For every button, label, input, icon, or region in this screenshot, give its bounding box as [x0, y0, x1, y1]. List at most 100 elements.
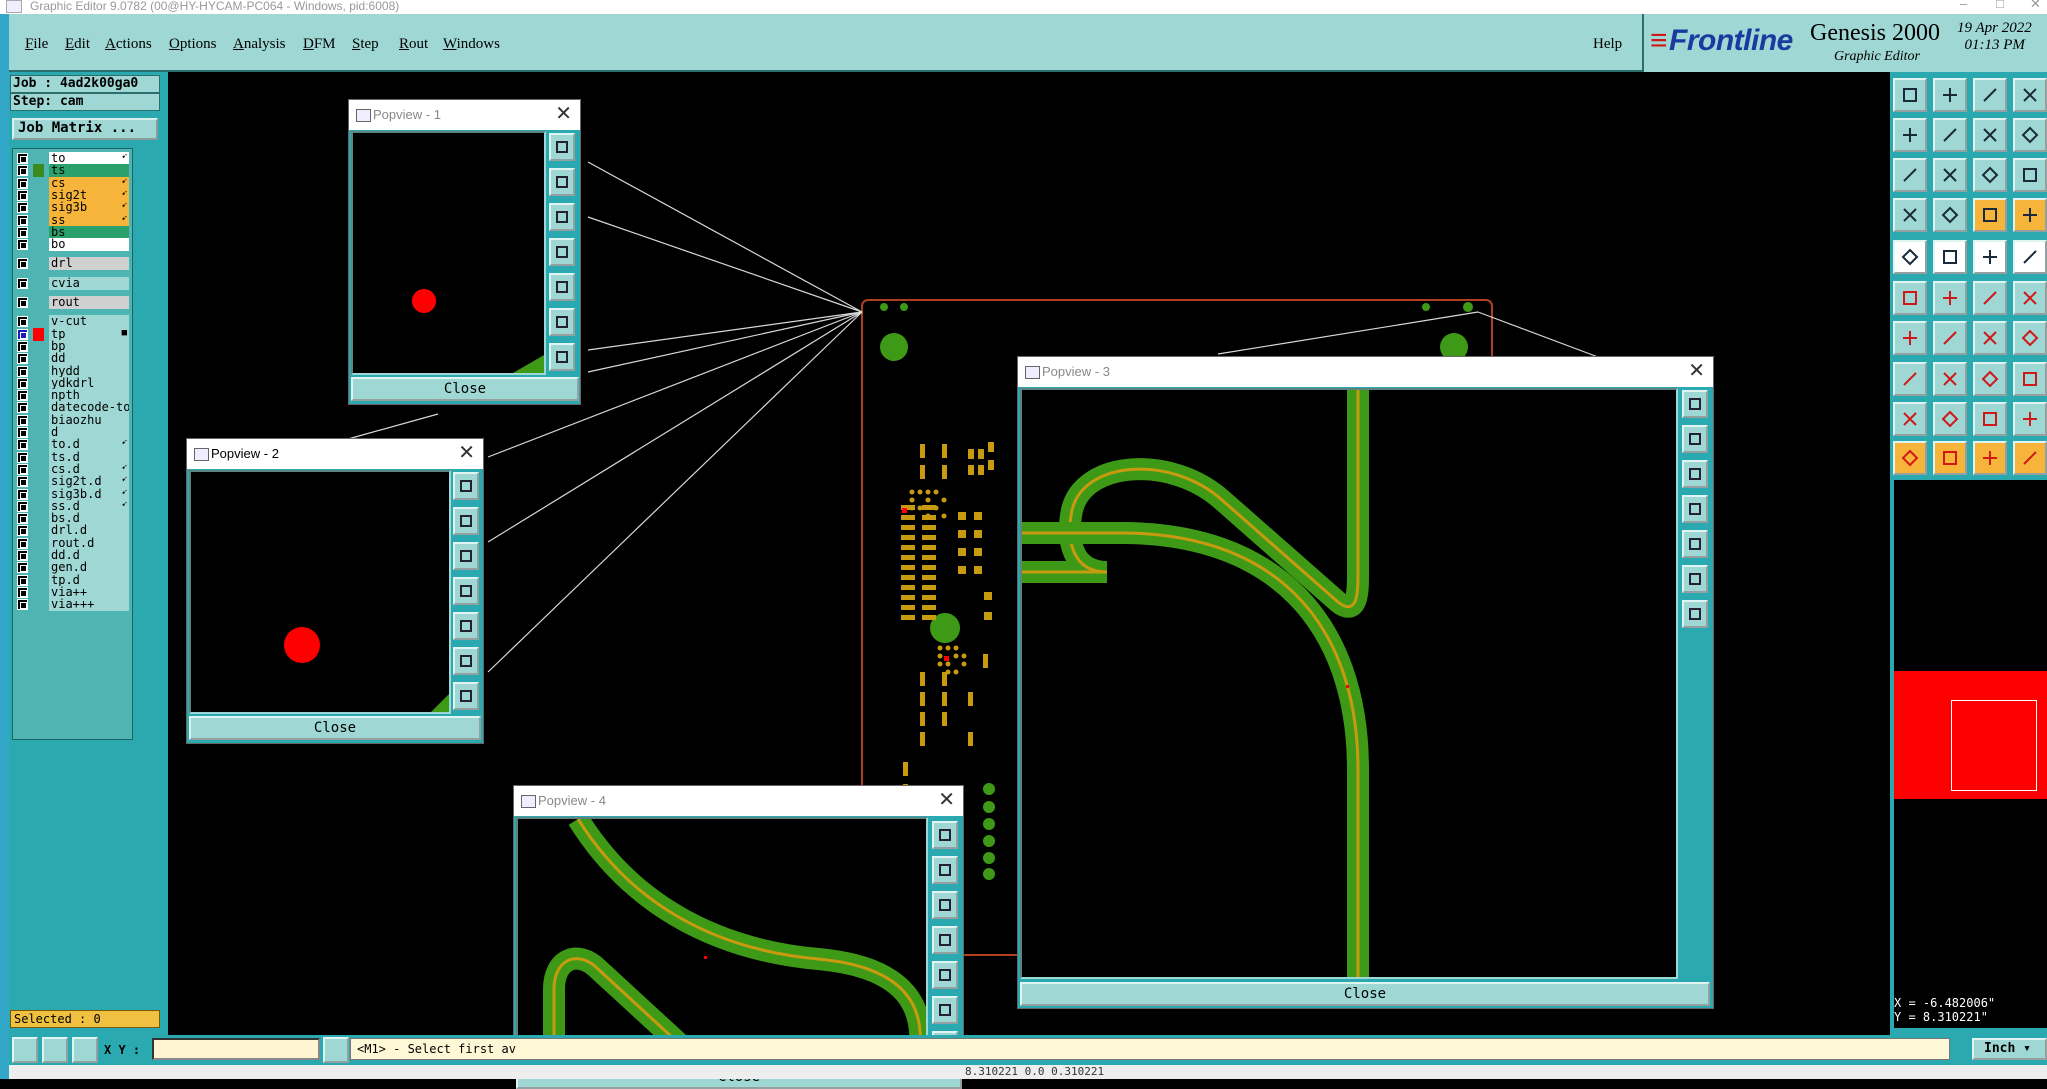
popview-1-close-button[interactable]: Close [351, 377, 579, 401]
layer-row-via+++[interactable]: via+++ [15, 598, 132, 612]
menu-rout[interactable]: Rout [399, 36, 428, 53]
layer-color-swatch[interactable] [33, 537, 44, 550]
rotate-icon-1[interactable] [1893, 321, 1927, 355]
menu-help[interactable]: Help [1593, 36, 1622, 53]
popview-1-title-bar[interactable]: Popview - 1 ✕ [349, 100, 580, 130]
copy-icon-2[interactable] [1933, 281, 1967, 315]
select-icon-1[interactable] [1893, 441, 1927, 475]
layer-checkbox[interactable] [17, 153, 28, 164]
zoom-icon-4[interactable] [2013, 78, 2047, 112]
select-icon-3[interactable] [1973, 441, 2007, 475]
menu-file[interactable]: File [25, 36, 48, 53]
popview-3-close-icon[interactable]: ✕ [1688, 357, 1705, 385]
popview-2-tool-6[interactable] [453, 647, 479, 675]
menu-edit[interactable]: Edit [65, 36, 90, 53]
measure-icon-1[interactable] [1893, 402, 1927, 436]
scale-icon-2[interactable] [1933, 362, 1967, 396]
measure-icon-2[interactable] [1933, 402, 1967, 436]
layer-name[interactable]: hydd [49, 364, 129, 378]
layer-name[interactable]: ydkdrl [49, 376, 129, 390]
layer-checkbox[interactable] [17, 562, 28, 574]
popview-1-tool-6[interactable] [549, 308, 575, 336]
popview-2-tool-1[interactable] [453, 472, 479, 500]
layer-checkbox[interactable] [17, 239, 28, 251]
layer-color-swatch[interactable] [33, 214, 44, 227]
layer-color-swatch[interactable] [33, 327, 44, 341]
layer-name[interactable]: rout.d [49, 536, 129, 550]
popview-2-tool-5[interactable] [453, 612, 479, 640]
popview-4-tool-1[interactable] [932, 821, 958, 849]
layer-color-swatch[interactable] [33, 277, 44, 290]
layer-row-drl[interactable]: drl [15, 257, 132, 271]
layer-checkbox[interactable] [17, 316, 28, 328]
layer-name[interactable]: bs [49, 225, 129, 239]
pan-icon-2[interactable] [1933, 118, 1967, 152]
layer-name[interactable]: bo [49, 238, 129, 252]
popview-4-tool-5[interactable] [932, 961, 958, 989]
pan-icon-1[interactable] [1893, 118, 1927, 152]
popview-4-canvas[interactable] [516, 817, 928, 1063]
select-icon-2[interactable] [1933, 441, 1967, 475]
layer-checkbox[interactable] [17, 377, 28, 389]
layer-color-swatch[interactable] [33, 152, 44, 165]
layer-checkbox[interactable] [17, 226, 28, 238]
copy-icon-3[interactable] [1973, 281, 2007, 315]
popview-3-tool-2[interactable] [1682, 425, 1708, 453]
layer-checkbox[interactable] [17, 427, 28, 438]
layer-color-swatch[interactable] [33, 226, 44, 239]
layer-name[interactable]: sig3b ➹ [49, 201, 129, 215]
popview-1-tool-7[interactable] [549, 343, 575, 371]
layer-checkbox[interactable] [17, 525, 28, 537]
layer-color-swatch[interactable] [33, 257, 44, 270]
layer-name[interactable]: cs ➹ [49, 176, 129, 190]
layer-color-swatch[interactable] [33, 488, 44, 501]
move-icon-2[interactable] [1933, 240, 1967, 274]
bb-snap-icon[interactable] [12, 1037, 38, 1063]
popview-3-tool-3[interactable] [1682, 460, 1708, 488]
layer-checkbox[interactable] [17, 214, 28, 226]
layer-icon-2[interactable] [1933, 158, 1967, 192]
overview-view-box[interactable] [1951, 700, 2037, 791]
menu-analysis[interactable]: Analysis [233, 36, 286, 53]
layer-name[interactable]: datecode-to [49, 401, 129, 415]
layer-color-swatch[interactable] [33, 586, 44, 599]
popview-2-title-bar[interactable]: Popview - 2 ✕ [187, 439, 483, 469]
layer-checkbox[interactable] [17, 277, 28, 289]
layer-color-swatch[interactable] [33, 401, 44, 414]
popview-3-title-bar[interactable]: Popview - 3 ✕ [1018, 357, 1713, 387]
layer-name[interactable]: rout [49, 296, 129, 309]
layer-name[interactable]: ss.d ➹ [49, 499, 129, 513]
layer-checkbox[interactable] [17, 258, 28, 270]
layer-checkbox[interactable] [17, 513, 28, 525]
xy-input[interactable] [152, 1038, 320, 1060]
layer-checkbox[interactable] [17, 353, 28, 365]
layer-color-swatch[interactable] [33, 451, 44, 464]
pan-icon-4[interactable] [2013, 118, 2047, 152]
layer-color-swatch[interactable] [33, 500, 44, 513]
bb-info-icon[interactable] [323, 1037, 349, 1063]
layer-color-swatch[interactable] [33, 549, 44, 562]
layer-color-swatch[interactable] [33, 524, 44, 537]
unit-selector[interactable]: Inch ▾ [1972, 1038, 2047, 1060]
rotate-icon-2[interactable] [1933, 321, 1967, 355]
layer-name[interactable]: npth [49, 389, 129, 403]
popview-3-tool-6[interactable] [1682, 565, 1708, 593]
layer-checkbox[interactable] [17, 189, 28, 201]
layer-checkbox[interactable] [17, 599, 28, 611]
layer-color-swatch[interactable] [33, 414, 44, 427]
layer-checkbox[interactable] [17, 297, 28, 308]
layer-checkbox[interactable] [17, 202, 28, 214]
copy-icon-4[interactable] [2013, 281, 2047, 315]
popview-1-tool-5[interactable] [549, 273, 575, 301]
layer-color-swatch[interactable] [33, 296, 44, 309]
maximize-icon[interactable]: □ [1996, 0, 2004, 10]
layer-name[interactable]: drl [49, 257, 129, 271]
measure-icon-4[interactable] [2013, 402, 2047, 436]
layer-color-swatch[interactable] [33, 463, 44, 476]
menu-dfm[interactable]: DFM [303, 36, 336, 53]
layer-name[interactable]: tp.d [49, 573, 129, 587]
layer-name[interactable]: ts.d [49, 450, 129, 464]
bb-grid-icon[interactable] [72, 1037, 98, 1063]
layer-checkbox[interactable] [17, 537, 28, 549]
layer-name[interactable]: via++ [49, 585, 129, 599]
